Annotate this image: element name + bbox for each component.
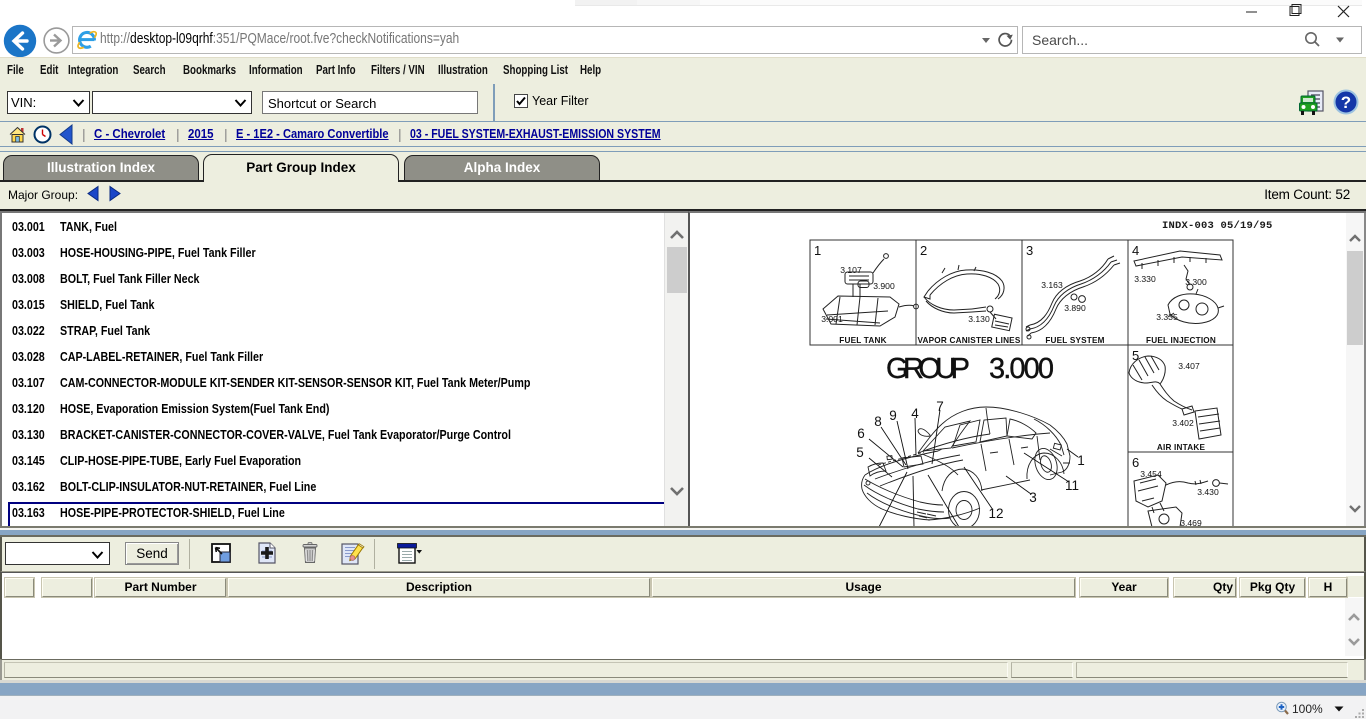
svg-text:3.430: 3.430 [1197, 487, 1219, 497]
svg-text:3.163: 3.163 [1041, 280, 1063, 290]
svg-text:6: 6 [1132, 455, 1139, 470]
svg-text:11: 11 [1065, 478, 1079, 493]
svg-text:4: 4 [911, 406, 919, 421]
svg-text:3.107: 3.107 [840, 265, 862, 275]
svg-text:8: 8 [874, 414, 882, 429]
svg-text:4: 4 [1132, 243, 1139, 258]
svg-text:3.900: 3.900 [873, 281, 895, 291]
svg-text:3.890: 3.890 [1064, 303, 1086, 313]
svg-text:5: 5 [856, 445, 864, 460]
svg-text:6: 6 [857, 426, 865, 441]
svg-text:3.407: 3.407 [1178, 361, 1200, 371]
svg-text:3.454: 3.454 [1140, 469, 1162, 479]
svg-text:2: 2 [920, 243, 927, 258]
svg-text:3: 3 [1029, 490, 1037, 505]
svg-text:FUEL INJECTION: FUEL INJECTION [1146, 336, 1216, 345]
svg-text:1: 1 [1077, 453, 1085, 468]
svg-text:GROUP: GROUP [886, 353, 971, 385]
svg-text:AIR INTAKE: AIR INTAKE [1157, 443, 1206, 452]
svg-text:9: 9 [889, 408, 897, 423]
svg-text:3.335: 3.335 [1156, 312, 1178, 322]
svg-text:3.402: 3.402 [1172, 418, 1194, 428]
svg-text:3.330: 3.330 [1134, 274, 1156, 284]
svg-text:?: ? [1341, 93, 1351, 112]
svg-text:FUEL TANK: FUEL TANK [839, 336, 886, 345]
svg-text:7: 7 [936, 399, 944, 414]
svg-text:3.000: 3.000 [989, 353, 1055, 385]
svg-text:INDX-003 05/19/95: INDX-003 05/19/95 [1162, 220, 1273, 232]
svg-text:3.130: 3.130 [968, 314, 990, 324]
svg-text:VAPOR CANISTER LINES: VAPOR CANISTER LINES [917, 336, 1020, 345]
svg-text:12: 12 [988, 506, 1003, 521]
svg-text:1: 1 [814, 243, 821, 258]
svg-text:3: 3 [1026, 243, 1033, 258]
svg-text:FUEL SYSTEM: FUEL SYSTEM [1045, 336, 1104, 345]
